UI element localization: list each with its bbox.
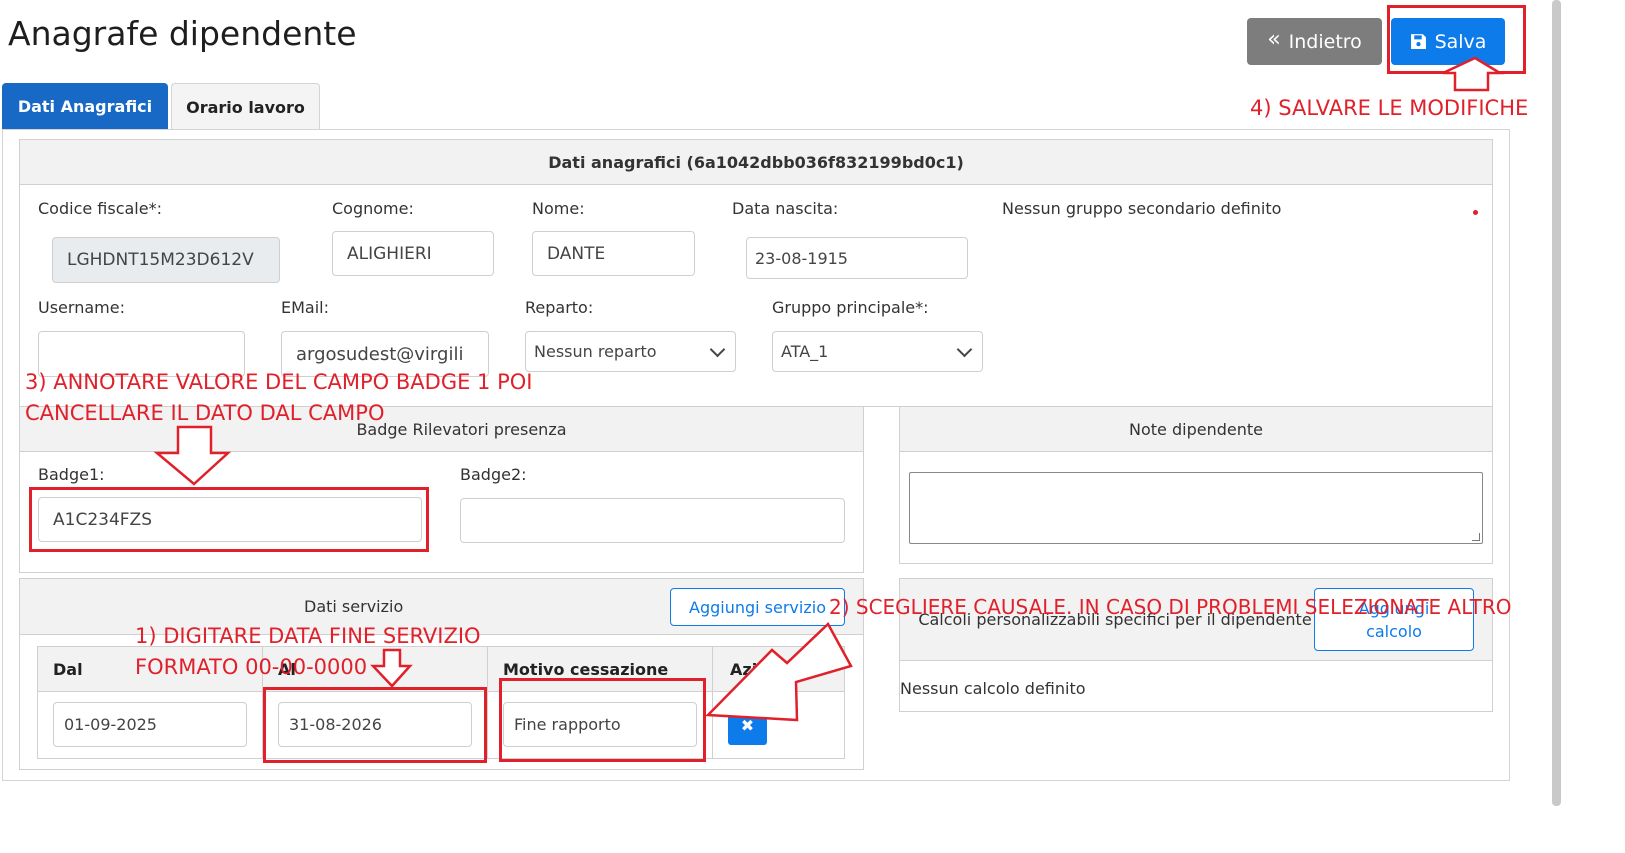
annotation-step2: 2) SCEGLIERE CAUSALE. IN CASO DI PROBLEM… (829, 595, 1512, 619)
arrow-motivo-icon (705, 621, 853, 722)
arrow-al-icon (370, 648, 413, 688)
annotation-step1-line2: FORMATO 00-00-0000 (135, 655, 368, 679)
annotation-step1-line1: 1) DIGITARE DATA FINE SERVIZIO (135, 624, 481, 648)
arrow-save-icon (1442, 56, 1505, 92)
arrow-badge-icon (153, 425, 232, 486)
annotation-step3-line2: CANCELLARE IL DATO DAL CAMPO (25, 401, 385, 425)
annotation-step3-line1: 3) ANNOTARE VALORE DEL CAMPO BADGE 1 POI (25, 370, 533, 394)
annotation-step4: 4) SALVARE LE MODIFICHE (1250, 96, 1529, 120)
